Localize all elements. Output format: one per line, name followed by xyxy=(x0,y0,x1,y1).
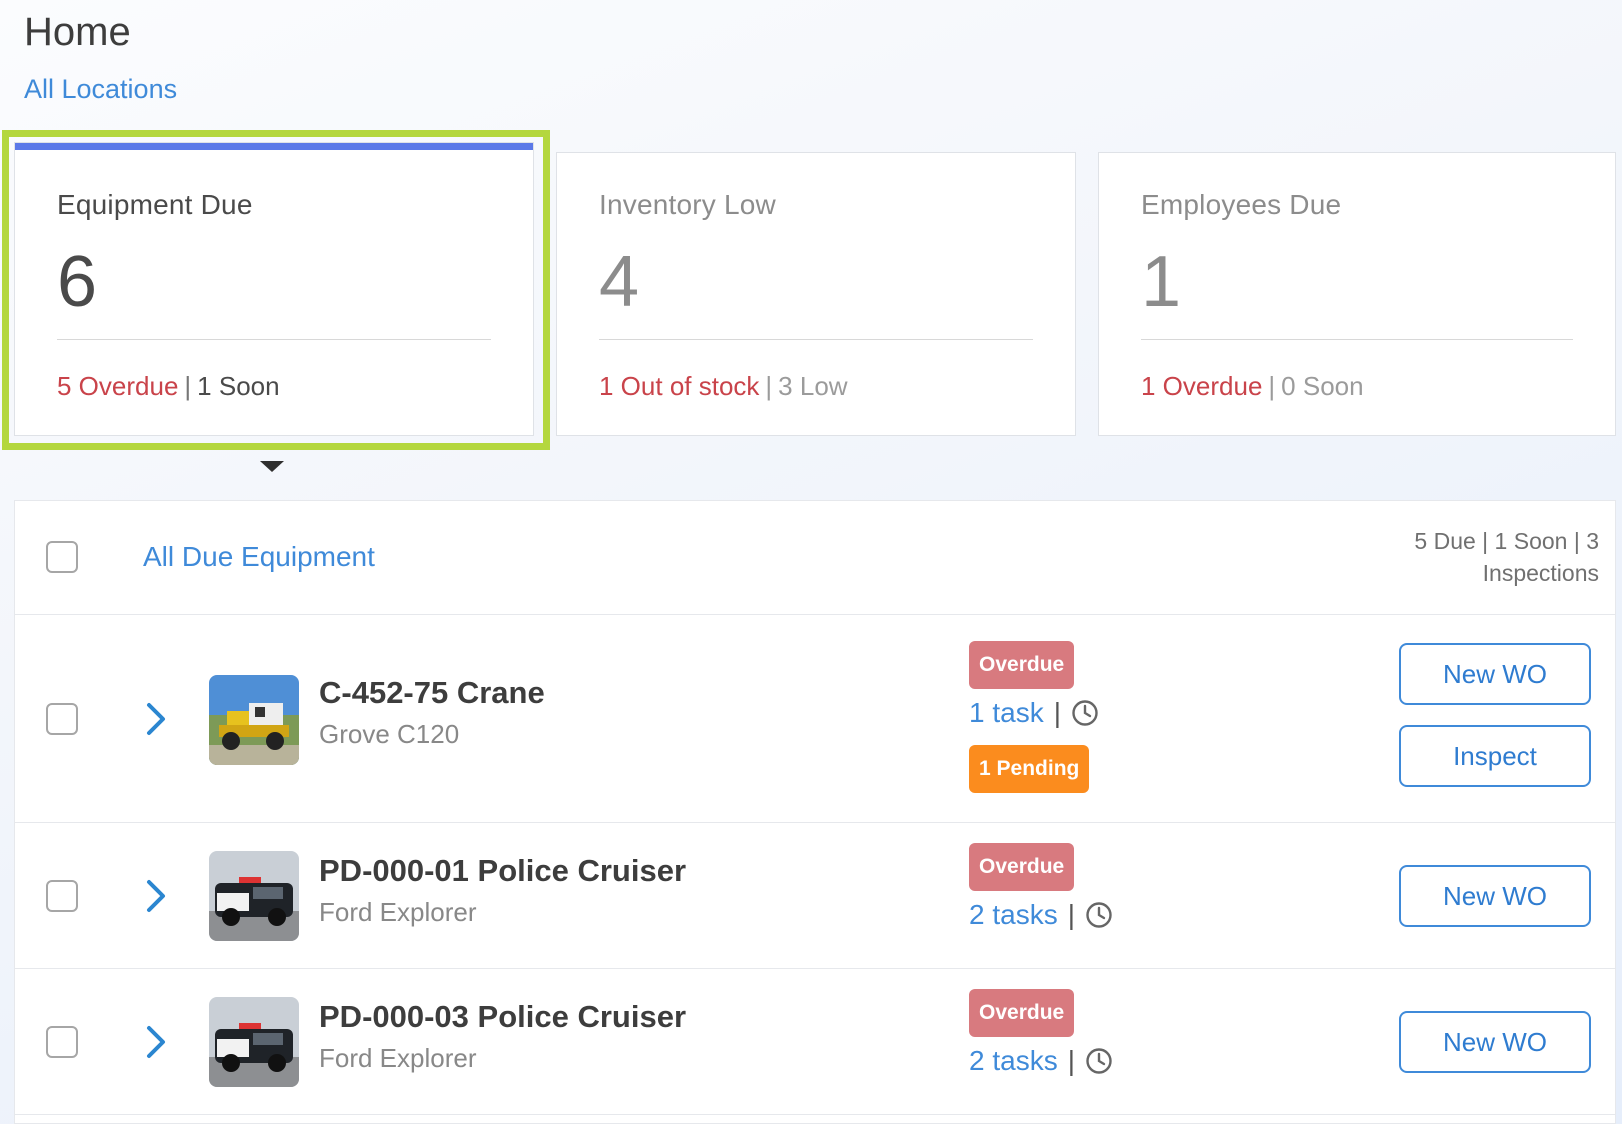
clock-icon[interactable] xyxy=(1071,699,1099,727)
equipment-name[interactable]: PD-000-03 Police Cruiser xyxy=(319,999,686,1035)
chevron-right-icon[interactable] xyxy=(145,1024,167,1060)
new-wo-button[interactable]: New WO xyxy=(1399,643,1591,705)
card-divider xyxy=(599,339,1033,340)
card-count: 6 xyxy=(57,242,98,322)
tasks-link[interactable]: 1 task xyxy=(969,697,1044,729)
equipment-model: Ford Explorer xyxy=(319,897,477,927)
card-divider xyxy=(57,339,491,340)
due-equipment-panel: All Due Equipment 5 Due | 1 Soon | 3 Ins… xyxy=(14,500,1616,1124)
equipment-thumbnail xyxy=(209,851,299,941)
equipment-model: Grove C120 xyxy=(319,719,460,749)
clock-icon[interactable] xyxy=(1085,1047,1113,1075)
page-title: Home xyxy=(24,10,131,54)
new-wo-button[interactable]: New WO xyxy=(1399,1011,1591,1073)
tasks-separator: | xyxy=(1067,899,1075,930)
clock-icon[interactable] xyxy=(1085,901,1113,929)
equipment-due-card[interactable]: Equipment Due 6 5 Overdue | 1 Soon xyxy=(14,142,534,436)
card-stats: 1 Out of stock | 3 Low xyxy=(599,371,848,402)
employees-due-card[interactable]: Employees Due 1 1 Overdue | 0 Soon xyxy=(1098,152,1616,436)
stat-overdue: 5 Overdue xyxy=(57,371,179,401)
stat-separator: | xyxy=(184,371,192,401)
all-locations-link[interactable]: All Locations xyxy=(24,74,177,105)
inventory-low-card[interactable]: Inventory Low 4 1 Out of stock | 3 Low xyxy=(556,152,1076,436)
tasks-separator: | xyxy=(1067,1045,1075,1076)
card-title: Inventory Low xyxy=(599,189,776,220)
row-checkbox[interactable] xyxy=(46,703,78,735)
stat-soon: 1 Soon xyxy=(197,371,280,401)
table-row: C-452-75 Crane Grove C120 Overdue 1 task… xyxy=(15,615,1615,823)
stat-separator: | xyxy=(765,371,773,401)
chevron-right-icon[interactable] xyxy=(145,701,167,737)
equipment-thumbnail xyxy=(209,675,299,765)
select-all-checkbox[interactable] xyxy=(46,541,78,573)
tasks-link[interactable]: 2 tasks xyxy=(969,1045,1058,1077)
stat-low: 3 Low xyxy=(778,371,848,401)
caret-down-icon xyxy=(260,461,284,472)
tasks-separator: | xyxy=(1053,697,1061,728)
tasks-info: 1 task | xyxy=(969,697,1099,729)
overdue-badge: Overdue xyxy=(969,843,1075,891)
row-checkbox[interactable] xyxy=(46,880,78,912)
equipment-name[interactable]: C-452-75 Crane xyxy=(319,675,545,711)
panel-header: All Due Equipment 5 Due | 1 Soon | 3 Ins… xyxy=(15,501,1615,615)
card-stats: 1 Overdue | 0 Soon xyxy=(1141,371,1364,402)
due-summary: 5 Due | 1 Soon | 3 Inspections xyxy=(1414,528,1599,586)
card-title: Equipment Due xyxy=(57,189,253,220)
inspect-button[interactable]: Inspect xyxy=(1399,725,1591,787)
row-checkbox[interactable] xyxy=(46,1026,78,1058)
equipment-thumbnail xyxy=(209,997,299,1087)
tasks-info: 2 tasks | xyxy=(969,1045,1113,1077)
stat-overdue: 1 Overdue xyxy=(1141,371,1263,401)
stat-separator: | xyxy=(1268,371,1276,401)
card-divider xyxy=(1141,339,1573,340)
overdue-badge: Overdue xyxy=(969,989,1075,1037)
card-stats: 5 Overdue | 1 Soon xyxy=(57,371,280,402)
equipment-name[interactable]: PD-000-01 Police Cruiser xyxy=(319,853,686,889)
equipment-model: Ford Explorer xyxy=(319,1043,477,1073)
all-due-equipment-link[interactable]: All Due Equipment xyxy=(143,541,375,573)
tasks-link[interactable]: 2 tasks xyxy=(969,899,1058,931)
card-active-bar xyxy=(15,143,533,150)
overdue-badge: Overdue xyxy=(969,641,1075,689)
stat-out-of-stock: 1 Out of stock xyxy=(599,371,760,401)
new-wo-button[interactable]: New WO xyxy=(1399,865,1591,927)
stat-soon: 0 Soon xyxy=(1281,371,1364,401)
pending-badge: 1 Pending xyxy=(969,745,1090,793)
card-count: 4 xyxy=(599,242,640,322)
card-count: 1 xyxy=(1141,242,1182,322)
table-row: PD-000-01 Police Cruiser Ford Explorer O… xyxy=(15,823,1615,969)
card-title: Employees Due xyxy=(1141,189,1342,220)
table-row: PD-000-03 Police Cruiser Ford Explorer O… xyxy=(15,969,1615,1115)
chevron-right-icon[interactable] xyxy=(145,878,167,914)
tasks-info: 2 tasks | xyxy=(969,899,1113,931)
